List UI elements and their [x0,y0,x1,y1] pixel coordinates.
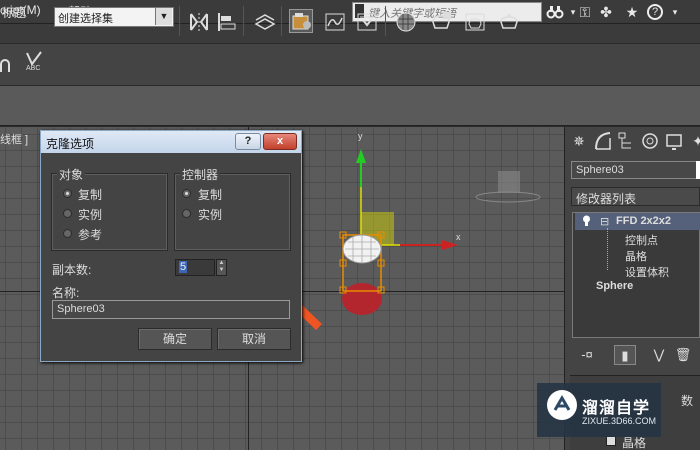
gizmo-y-arrow[interactable] [356,149,366,163]
display-tab-icon[interactable] [664,130,684,152]
object-copy-radio[interactable] [63,189,72,198]
render-setup-icon[interactable] [428,9,452,33]
pin-stack-icon[interactable]: -¤ [576,345,598,365]
stack-item-ffd[interactable]: FFD 2x2x2 [616,215,671,227]
make-unique-icon[interactable]: ⋁ [648,345,670,365]
show-end-result-icon[interactable]: ▮ [614,345,636,365]
stack-item-lattice[interactable]: 晶格 [625,248,647,264]
key-icon[interactable]: ⚿ [576,3,594,21]
rollout-title[interactable]: 数 [681,392,693,409]
hierarchy-tab-icon[interactable] [616,130,636,152]
help-icon[interactable]: ? [647,4,663,20]
dialog-help-button[interactable]: ? [235,133,261,150]
layer-manager-icon[interactable] [252,9,276,33]
community-icon[interactable]: ✤ [597,3,615,21]
object-copy-label[interactable]: 复制 [78,186,102,203]
lightbulb-icon[interactable] [582,215,591,227]
create-tab-icon[interactable]: ✵ [569,130,589,152]
clone-options-dialog: 克隆选项 ? x 对象 复制 实例 参考 控制器 复制 实例 副本数: 5 ▲ ▼… [40,130,302,362]
mirror-icon[interactable] [186,9,210,33]
toolbar-separator [385,6,386,36]
controller-instance-label[interactable]: 实例 [198,206,222,223]
copies-value[interactable]: 5 [179,261,188,273]
render-production-icon[interactable] [496,9,520,33]
schematic-view-icon[interactable] [354,9,378,33]
stack-item-control-points[interactable]: 控制点 [625,232,658,248]
watermark-subtitle: ZIXUE.3D66.COM [582,416,657,426]
snap-icon[interactable] [0,54,12,74]
copies-spinner[interactable]: ▲ ▼ [216,259,227,276]
binoculars-icon[interactable] [546,3,564,21]
object-name-field[interactable]: Sphere03 [571,161,700,179]
copies-label: 副本数: [52,263,92,277]
ok-button[interactable]: 确定 [138,328,212,350]
copies-input[interactable]: 5 [175,259,215,276]
gizmo-y-label: y [358,131,363,141]
modifier-list-dropdown[interactable]: 修改器列表 [571,187,700,206]
watermark-title: 溜溜自学 [582,400,651,417]
object-instance-radio[interactable] [63,209,72,218]
object-color-swatch[interactable] [696,161,700,179]
scene-explorer-icon[interactable] [289,9,313,33]
stack-tree-line [607,228,608,270]
rendered-frame-icon[interactable] [462,9,486,33]
dialog-title: 克隆选项 [46,137,95,151]
controller-instance-radio[interactable] [182,209,191,218]
toolbar-separator [179,6,180,36]
curve-editor-icon[interactable] [322,9,346,33]
star-icon[interactable]: ★ [623,3,641,21]
toolbar-separator [243,6,244,36]
remove-modifier-icon[interactable]: 🗑 [672,345,694,365]
main-toolbar [0,44,700,86]
controller-copy-label[interactable]: 复制 [198,186,222,203]
selection-set-arrow-icon[interactable]: ▼ [155,8,172,25]
spelling-icon[interactable]: ABC [24,50,44,76]
toolbar-separator [281,6,282,36]
dialog-close-button[interactable]: x [263,133,297,150]
ribbon-panel [0,86,700,126]
object-reference-radio[interactable] [63,229,72,238]
motion-tab-icon[interactable] [640,130,660,152]
abc-label: ABC [26,65,41,72]
object-group-label: 对象 [57,166,86,183]
stack-item-sphere[interactable]: Sphere [596,280,633,292]
stack-item-set-volume[interactable]: 设置体积 [625,264,669,280]
controller-copy-radio[interactable] [182,189,191,198]
utilities-tab-icon[interactable]: ✦ [688,130,700,152]
align-icon[interactable] [214,9,238,33]
gizmo-x-label: x [456,232,461,242]
move-gizmo[interactable] [330,127,480,327]
watermark-logo-icon [547,390,577,420]
modify-tab-icon[interactable] [593,130,613,152]
controller-group [174,173,291,251]
menu-bar [0,24,700,44]
stack-expand-icon[interactable]: ⊟ [600,215,609,228]
name-label: 名称: [52,286,80,300]
help-dropdown-icon[interactable]: ▾ [666,3,684,21]
object-instance-label[interactable]: 实例 [78,206,102,223]
controller-group-label: 控制器 [180,166,221,183]
menu-maxscript[interactable]: cript(M) [0,3,41,17]
material-editor-icon[interactable] [393,9,417,33]
name-input[interactable]: Sphere03 [52,300,290,319]
object-reference-label[interactable]: 参考 [78,226,102,243]
lattice-checkbox[interactable] [606,436,616,446]
cancel-button[interactable]: 取消 [217,328,291,350]
viewport-label[interactable]: 线框 ] [0,131,28,147]
